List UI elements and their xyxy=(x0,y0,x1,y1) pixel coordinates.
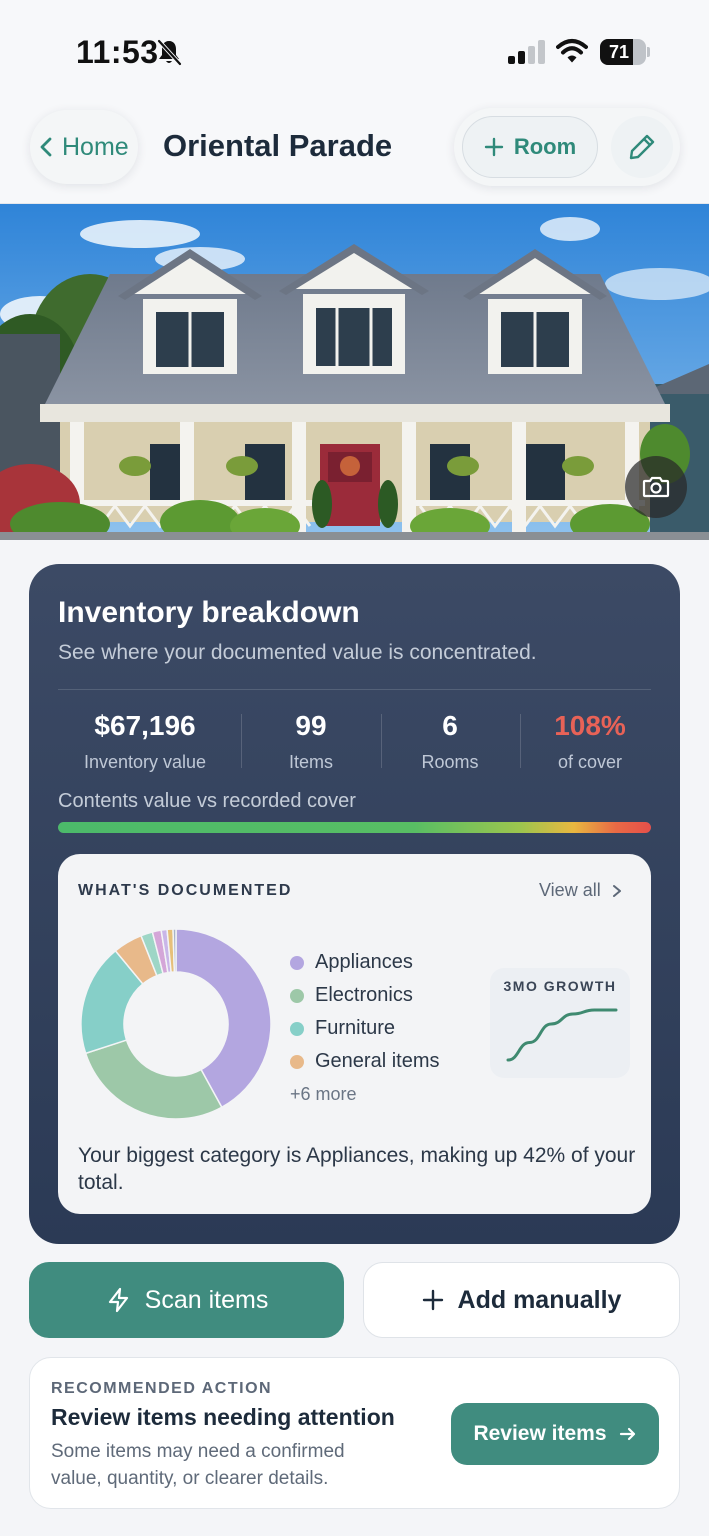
status-time: 11:53 xyxy=(76,34,159,70)
recommended-description: Some items may need a confirmed value, q… xyxy=(51,1441,345,1489)
edit-property-button[interactable] xyxy=(611,116,673,178)
wifi-icon xyxy=(556,39,588,63)
property-photo xyxy=(0,204,709,540)
scan-items-button[interactable]: Scan items xyxy=(29,1262,344,1338)
add-manually-label: Add manually xyxy=(457,1285,622,1314)
lightning-icon xyxy=(108,1287,128,1313)
navigation-header: Home Oriental Parade Room xyxy=(0,100,709,204)
stat-value: 99 xyxy=(295,710,327,741)
plus-icon xyxy=(422,1289,443,1311)
growth-line xyxy=(506,1008,618,1062)
add-manually-button[interactable]: Add manually xyxy=(363,1262,680,1338)
legend-label: Electronics xyxy=(315,984,413,1006)
legend-item: Furniture xyxy=(290,1012,440,1045)
scan-items-label: Scan items xyxy=(144,1285,269,1314)
cover-progress-fill xyxy=(58,822,651,833)
header-actions: Room xyxy=(454,108,680,186)
stat-rooms: 6 Rooms xyxy=(380,710,520,773)
page-title: Oriental Parade xyxy=(163,128,393,163)
chevron-left-icon xyxy=(40,137,52,157)
inventory-title: Inventory breakdown xyxy=(58,596,360,629)
growth-label: 3MO GROWTH xyxy=(503,978,617,994)
legend-label: Furniture xyxy=(315,1017,396,1039)
chevron-right-icon xyxy=(612,884,621,897)
stat-value: 108% xyxy=(554,710,626,741)
category-legend: Appliances Electronics Furniture General… xyxy=(290,946,440,1105)
change-photo-button[interactable] xyxy=(625,456,687,518)
pencil-icon xyxy=(629,134,655,160)
stat-value: $67,196 xyxy=(94,710,196,741)
documented-summary: Your biggest category is Appliances, mak… xyxy=(78,1144,636,1194)
cellular-signal-icon xyxy=(508,40,545,64)
donut-slice-8 xyxy=(172,928,177,973)
divider xyxy=(58,689,651,690)
inventory-subtitle: See where your documented value is conce… xyxy=(58,641,537,664)
category-donut-chart xyxy=(80,928,272,1120)
stat-label: of cover xyxy=(557,752,623,772)
view-all-link[interactable]: View all xyxy=(539,880,623,901)
legend-dot xyxy=(290,955,304,970)
legend-item: General items xyxy=(290,1045,440,1078)
legend-label: General items xyxy=(315,1050,440,1072)
view-all-label: View all xyxy=(539,880,601,900)
stat-label: Items xyxy=(288,752,333,772)
stat-items: 99 Items xyxy=(241,710,381,773)
stat-inventory-value: $67,196 Inventory value xyxy=(75,710,215,773)
stat-label: Inventory value xyxy=(83,752,207,772)
cover-progress-bar xyxy=(58,822,651,833)
cover-label: Contents value vs recorded cover xyxy=(58,790,356,812)
review-items-label: Review items xyxy=(473,1422,607,1445)
camera-icon xyxy=(642,476,670,498)
stat-label: Rooms xyxy=(421,752,479,772)
growth-card: 3MO GROWTH xyxy=(490,968,630,1078)
legend-dot xyxy=(290,1054,304,1069)
documented-heading: WHAT'S DOCUMENTED xyxy=(78,882,293,899)
review-items-button[interactable]: Review items xyxy=(451,1403,659,1465)
status-bar: 11:53 71 xyxy=(0,0,709,100)
stat-cover: 108% of cover xyxy=(520,710,660,773)
recommended-eyebrow: RECOMMENDED ACTION xyxy=(51,1380,273,1397)
back-label: Home xyxy=(62,132,129,161)
arrow-right-icon xyxy=(619,1427,635,1441)
battery-level: 71 xyxy=(608,42,630,62)
legend-more-link[interactable]: +6 more xyxy=(290,1084,440,1105)
back-button[interactable]: Home xyxy=(30,110,138,184)
legend-label: Appliances xyxy=(315,951,413,973)
add-room-button[interactable]: Room xyxy=(462,116,598,178)
documented-panel: WHAT'S DOCUMENTED View all Appliances El… xyxy=(58,854,651,1214)
inventory-breakdown-card: Inventory breakdown See where your docum… xyxy=(29,564,680,1244)
battery-icon: 71 xyxy=(600,39,650,65)
legend-dot xyxy=(290,988,304,1003)
add-room-label: Room xyxy=(513,134,577,159)
stat-value: 6 xyxy=(442,710,458,741)
bell-slash-icon xyxy=(157,39,182,66)
legend-item: Electronics xyxy=(290,979,440,1012)
plus-icon xyxy=(484,137,504,157)
donut-slice-1 xyxy=(84,1039,223,1120)
recommended-action-card: RECOMMENDED ACTION Review items needing … xyxy=(29,1357,680,1509)
legend-item: Appliances xyxy=(290,946,440,979)
recommended-title: Review items needing attention xyxy=(51,1404,395,1430)
growth-sparkline xyxy=(506,1008,618,1062)
legend-dot xyxy=(290,1021,304,1036)
